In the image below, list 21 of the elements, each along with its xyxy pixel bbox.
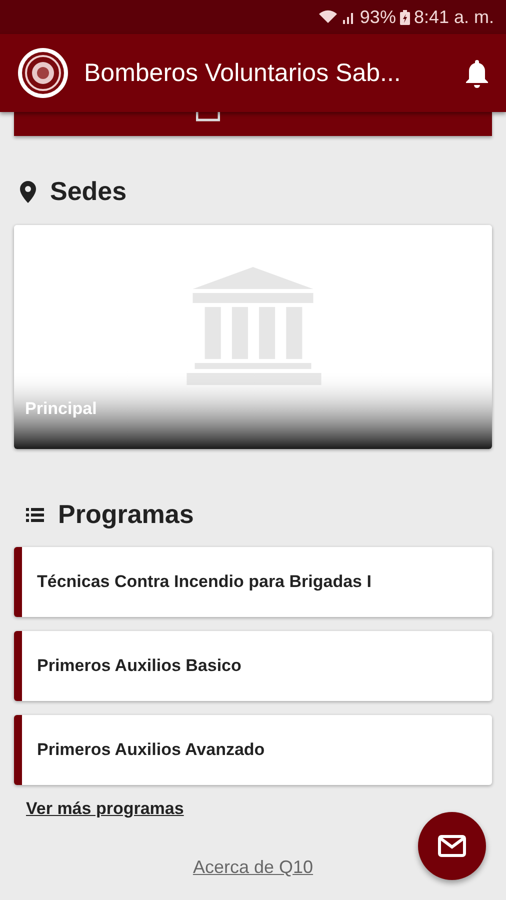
battery-percent: 93% bbox=[360, 6, 396, 28]
section-title: Sedes bbox=[50, 176, 127, 207]
about-link[interactable]: Acerca de Q10 bbox=[192, 857, 314, 877]
mail-button[interactable] bbox=[418, 812, 486, 880]
program-item[interactable]: Primeros Auxilios Avanzado bbox=[14, 715, 492, 785]
app-title: Bomberos Voluntarios Sab... bbox=[84, 58, 402, 88]
clock: 8:41 a. m. bbox=[414, 6, 494, 28]
signal-icon bbox=[342, 10, 356, 24]
login-icon bbox=[196, 112, 220, 122]
location-name: Principal bbox=[25, 399, 97, 419]
location-pin-icon bbox=[20, 180, 36, 202]
wifi-icon bbox=[318, 10, 338, 24]
section-title: Programas bbox=[58, 499, 194, 530]
program-item[interactable]: Técnicas Contra Incendio para Brigadas I bbox=[14, 547, 492, 617]
program-item[interactable]: Primeros Auxilios Basico bbox=[14, 631, 492, 701]
mail-icon bbox=[438, 835, 466, 857]
bell-icon[interactable] bbox=[464, 58, 490, 88]
emblem-logo bbox=[16, 46, 70, 100]
battery-icon bbox=[400, 10, 410, 24]
more-programs-link[interactable]: Ver más programas bbox=[26, 799, 184, 818]
list-icon bbox=[26, 508, 44, 522]
